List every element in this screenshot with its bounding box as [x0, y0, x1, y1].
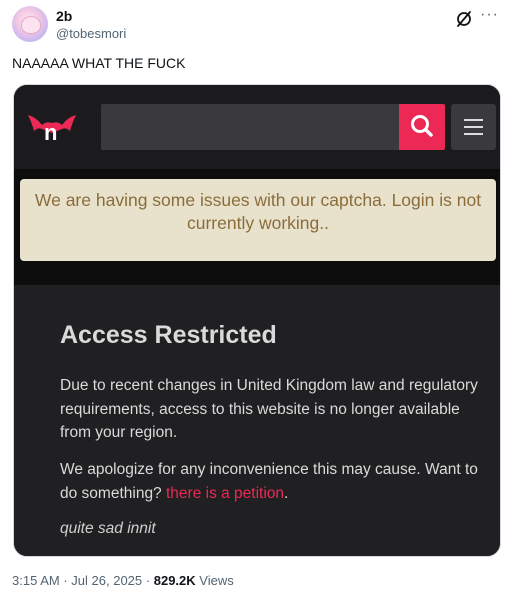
menu-button[interactable] — [451, 104, 496, 150]
tweet-text: NAAAAA WHAT THE FUCK — [12, 55, 186, 71]
sad-note: quite sad innit — [60, 520, 156, 537]
bat-wing-n-logo[interactable]: n — [26, 111, 78, 145]
petition-link[interactable]: there is a petition — [166, 485, 284, 502]
captcha-notice: We are having some issues with our captc… — [20, 179, 496, 261]
search-button[interactable] — [399, 104, 445, 150]
hamburger-menu-icon — [464, 119, 483, 121]
more-options-icon[interactable]: ··· — [480, 6, 499, 24]
display-name[interactable]: 2b — [56, 8, 72, 24]
svg-text:n: n — [44, 120, 57, 145]
tweet-meta: 3:15 AM · Jul 26, 2025 · 829.2K Views — [12, 573, 234, 588]
apology-message: We apologize for any inconvenience this … — [60, 458, 480, 505]
meta-separator: · — [145, 573, 151, 588]
apology-suffix: . — [284, 484, 289, 502]
handle[interactable]: @tobesmori — [56, 26, 126, 41]
search-icon — [411, 115, 433, 137]
tweet-media[interactable]: n We are having some issues with our cap… — [13, 84, 501, 557]
hamburger-menu-icon — [464, 133, 483, 135]
search-input[interactable] — [101, 104, 401, 150]
tweet-time[interactable]: 3:15 AM — [12, 573, 60, 588]
views-label: Views — [199, 573, 234, 588]
avatar[interactable] — [12, 6, 48, 42]
meta-separator: · — [63, 573, 68, 588]
views-count[interactable]: 829.2K — [154, 573, 196, 588]
hamburger-menu-icon — [464, 126, 483, 128]
page-title: Access Restricted — [60, 321, 277, 349]
restriction-message: Due to recent changes in United Kingdom … — [60, 377, 478, 441]
tweet-header: 2b @tobesmori ··· — [12, 6, 501, 46]
grok-icon[interactable] — [455, 10, 473, 28]
tweet-date[interactable]: Jul 26, 2025 — [71, 573, 142, 588]
